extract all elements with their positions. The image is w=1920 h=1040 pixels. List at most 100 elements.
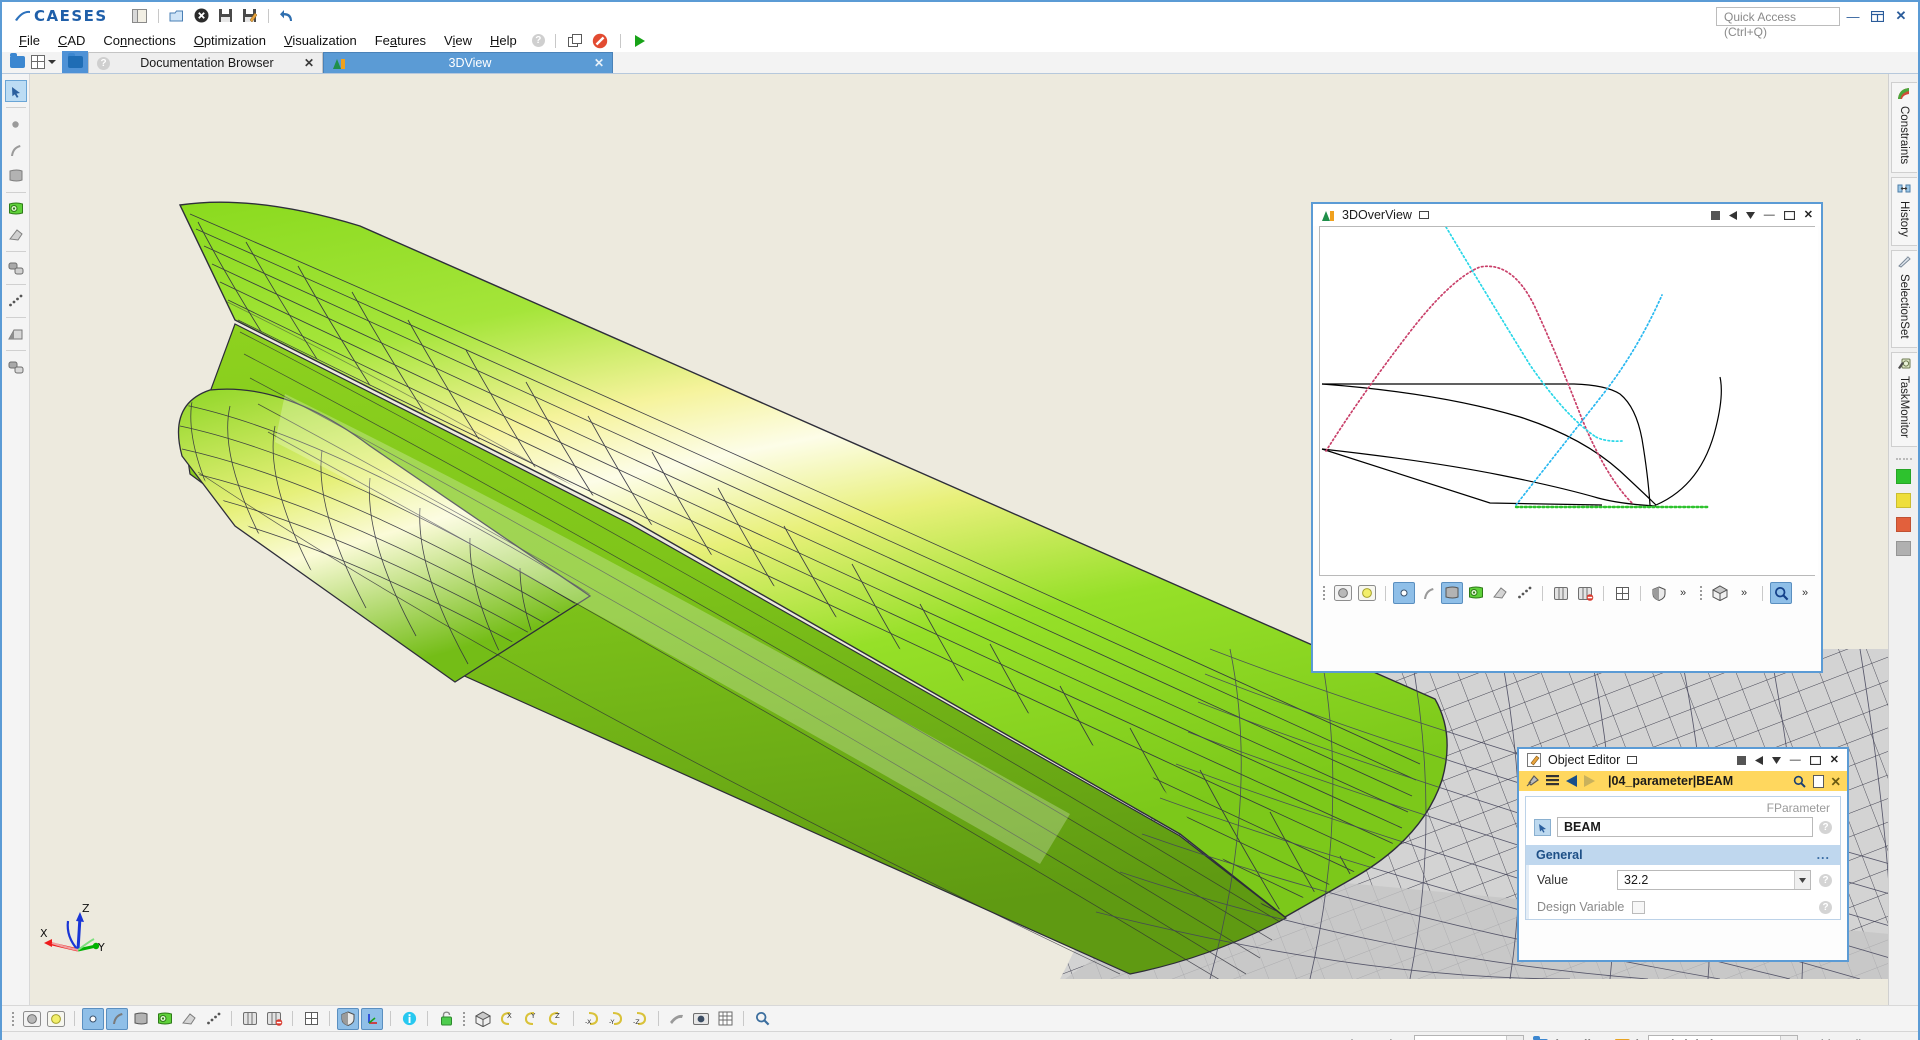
zoom-icon[interactable] xyxy=(1770,582,1792,604)
image-plane-tool[interactable] xyxy=(5,323,27,345)
close-icon[interactable]: ✕ xyxy=(1830,754,1839,766)
close-icon[interactable]: ✕ xyxy=(1804,209,1813,221)
stop-icon[interactable] xyxy=(591,31,610,50)
menu-file[interactable]: File xyxy=(10,31,49,50)
show-shield-icon[interactable] xyxy=(337,1007,359,1030)
chevron-down-icon[interactable] xyxy=(1506,1036,1524,1040)
view-neg-y-icon[interactable]: -Y xyxy=(605,1008,627,1030)
show-grid-plane-icon[interactable] xyxy=(1611,582,1633,604)
show-sections-icon[interactable] xyxy=(1550,582,1572,604)
sidebar-item-constraints[interactable]: Constraints xyxy=(1890,82,1917,174)
show-curves-icon[interactable] xyxy=(1417,582,1439,604)
restore-icon[interactable] xyxy=(1627,756,1638,764)
solid-tool[interactable] xyxy=(5,224,27,246)
dropdown-icon[interactable] xyxy=(1745,211,1755,219)
show-meta-surfaces-icon[interactable] xyxy=(1465,582,1487,604)
more-icon[interactable]: » xyxy=(1672,582,1694,604)
view-neg-z-icon[interactable]: -Z xyxy=(629,1008,651,1030)
grid-icon[interactable] xyxy=(714,1008,736,1030)
search-icon[interactable] xyxy=(1793,775,1806,788)
menu-help[interactable]: Help xyxy=(481,31,526,50)
info-icon[interactable] xyxy=(398,1008,420,1030)
object-name-input[interactable]: BEAM xyxy=(1557,817,1813,837)
view-neg-x-icon[interactable]: -X xyxy=(581,1008,603,1030)
toolbar-grip[interactable] xyxy=(12,1011,15,1027)
render-shaded-icon[interactable] xyxy=(21,1008,43,1030)
group-tool[interactable] xyxy=(5,356,27,378)
sidebar-item-selectionset[interactable]: SelectionSet xyxy=(1890,249,1917,348)
toolbar-grip[interactable] xyxy=(1323,585,1326,601)
camera-icon[interactable] xyxy=(690,1008,712,1030)
color-swatch-red[interactable] xyxy=(1896,516,1911,532)
tab-close-icon[interactable]: ✕ xyxy=(304,56,314,70)
zoom-icon[interactable] xyxy=(751,1008,773,1030)
prev-icon[interactable] xyxy=(1728,210,1737,220)
flip-view-icon[interactable] xyxy=(666,1008,688,1030)
minimize-icon[interactable]: — xyxy=(1790,754,1801,766)
chevron-down-icon[interactable] xyxy=(1794,871,1810,889)
show-axes-icon[interactable] xyxy=(361,1007,383,1030)
object-editor-panel[interactable]: Object Editor — ✕ |04_parameter|BEAM ✕ F… xyxy=(1517,747,1849,962)
render-shaded-icon[interactable] xyxy=(1332,582,1354,604)
active-folder-icon[interactable] xyxy=(62,51,88,73)
run-icon[interactable] xyxy=(631,31,650,50)
save-as-icon[interactable] xyxy=(240,6,259,25)
coordinate-system-select[interactable]: |Global System xyxy=(1648,1035,1799,1040)
more3-icon[interactable]: » xyxy=(1794,582,1816,604)
point-tool[interactable] xyxy=(5,113,27,135)
tab-close-icon[interactable]: ✕ xyxy=(594,56,604,70)
menu-view[interactable]: View xyxy=(435,31,481,50)
overview-panel[interactable]: 3DOverView — ✕ » » » xyxy=(1311,202,1823,673)
color-swatch-yellow[interactable] xyxy=(1896,492,1911,508)
show-solids-icon[interactable] xyxy=(178,1008,200,1030)
design-variable-checkbox[interactable] xyxy=(1632,900,1646,914)
restore-icon[interactable] xyxy=(1783,210,1795,220)
forward-icon[interactable] xyxy=(1584,775,1595,787)
copy-icon[interactable] xyxy=(1812,774,1824,788)
layout-grid-button[interactable] xyxy=(31,54,56,69)
quick-access-input[interactable]: Quick Access (Ctrl+Q) xyxy=(1716,6,1840,39)
value-combo[interactable]: 32.2 xyxy=(1617,870,1811,890)
show-points-icon[interactable] xyxy=(1393,582,1415,604)
menu-features[interactable]: Features xyxy=(366,31,435,50)
new-file-icon[interactable] xyxy=(168,6,187,25)
show-curves-icon[interactable] xyxy=(106,1007,128,1030)
show-surfaces-icon[interactable] xyxy=(130,1008,152,1030)
overview-panel-titlebar[interactable]: 3DOverView — ✕ xyxy=(1313,204,1821,226)
meta-surface-tool[interactable] xyxy=(5,198,27,220)
menu-optimization[interactable]: Optimization xyxy=(185,31,275,50)
toolbar-grip[interactable] xyxy=(1700,585,1703,601)
sidebar-item-history[interactable]: History xyxy=(1890,177,1917,246)
show-surfaces-icon[interactable] xyxy=(1441,582,1463,604)
minimize-icon[interactable]: — xyxy=(1764,209,1775,221)
color-swatch-green[interactable] xyxy=(1896,468,1911,484)
show-meta-surfaces-icon[interactable] xyxy=(154,1008,176,1030)
panels-icon[interactable] xyxy=(130,6,149,25)
dropdown-icon[interactable] xyxy=(1771,756,1781,764)
point-cloud-tool[interactable] xyxy=(5,290,27,312)
undo-icon[interactable] xyxy=(278,6,297,25)
toolbar-grip[interactable] xyxy=(463,1011,466,1027)
close-icon[interactable]: ✕ xyxy=(1890,6,1912,26)
section-more-icon[interactable]: ... xyxy=(1817,848,1830,862)
show-pointclouds-icon[interactable] xyxy=(1513,582,1535,604)
show-shield-icon[interactable] xyxy=(1648,582,1670,604)
folder-icon[interactable] xyxy=(10,52,25,68)
curve-tool[interactable] xyxy=(5,139,27,161)
transformation-tool[interactable] xyxy=(5,257,27,279)
maximize-square-icon[interactable] xyxy=(1710,210,1720,220)
tab-documentation-browser[interactable]: ? Documentation Browser ✕ xyxy=(88,52,323,73)
hide-sections-icon[interactable] xyxy=(1574,582,1596,604)
prev-icon[interactable] xyxy=(1754,755,1763,765)
show-pointclouds-icon[interactable] xyxy=(202,1008,224,1030)
help-icon[interactable]: ? xyxy=(1819,873,1832,887)
view-z-icon[interactable]: Z xyxy=(544,1008,566,1030)
pin-icon[interactable] xyxy=(1525,774,1539,788)
overview-canvas[interactable] xyxy=(1319,226,1818,576)
sidebar-item-taskmonitor[interactable]: TaskMonitor xyxy=(1890,351,1917,447)
tab-3dview[interactable]: 3DView ✕ xyxy=(323,52,613,73)
iso-view-icon[interactable] xyxy=(472,1008,494,1030)
menu-cad[interactable]: CAD xyxy=(49,31,94,50)
object-editor-titlebar[interactable]: Object Editor — ✕ xyxy=(1519,749,1847,771)
show-points-icon[interactable] xyxy=(82,1007,104,1030)
